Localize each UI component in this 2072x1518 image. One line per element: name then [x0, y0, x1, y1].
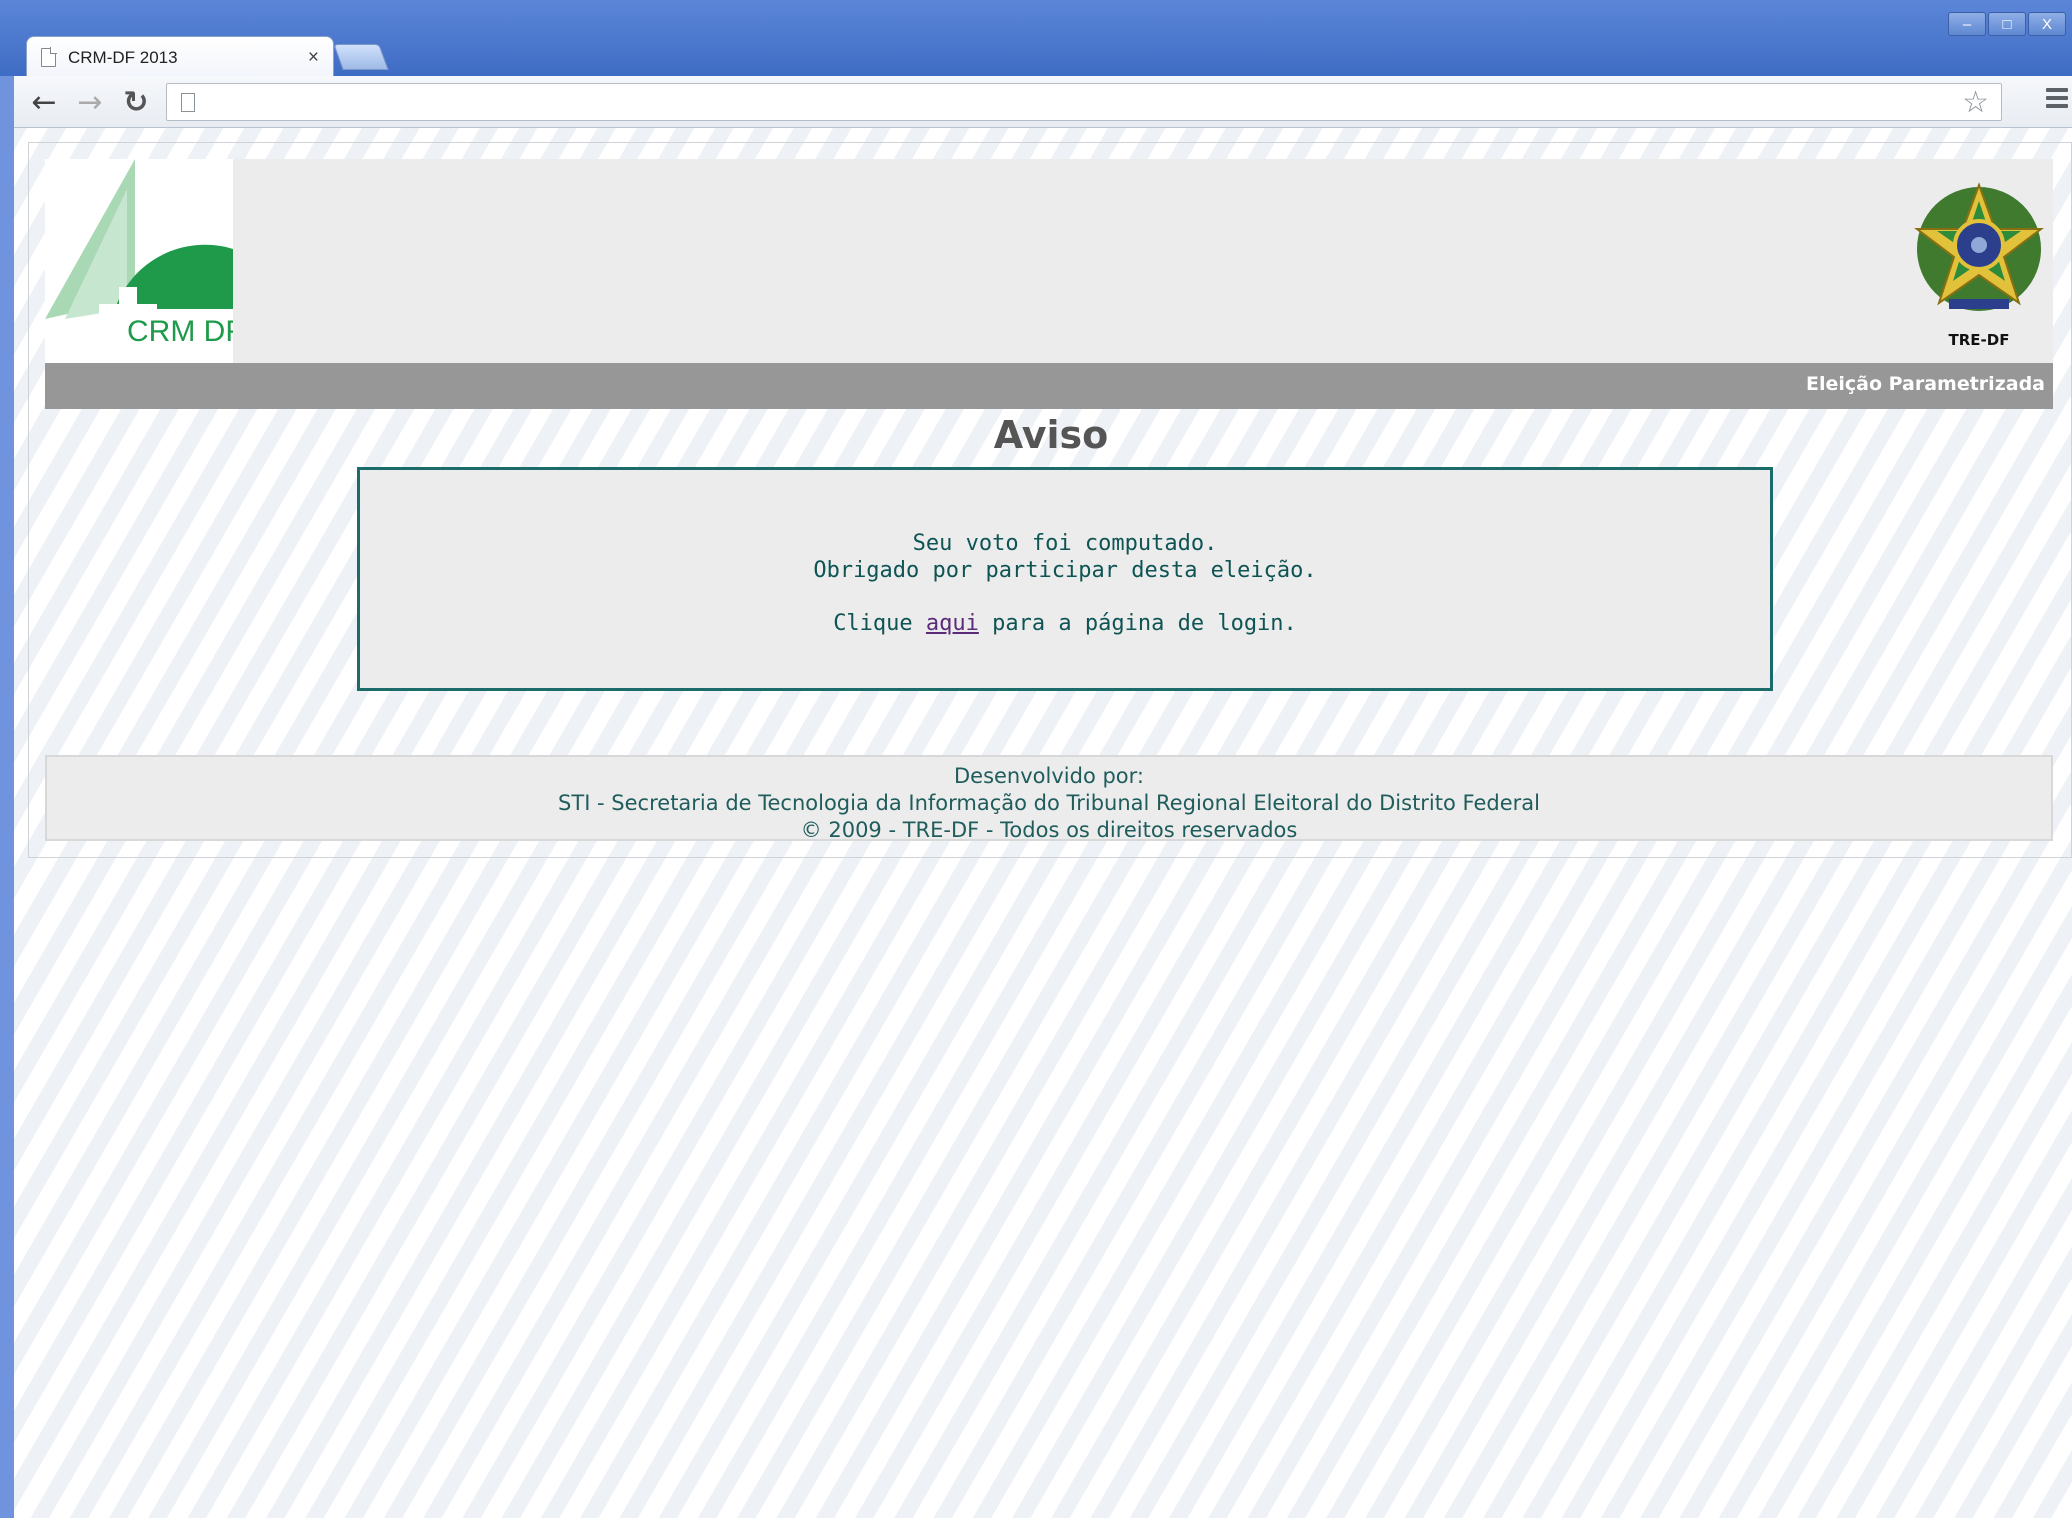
footer-copyright: © 2009 - TRE-DF - Todos os direitos rese…: [800, 818, 1298, 842]
new-tab-button[interactable]: [333, 44, 389, 70]
footer-developed-by: Desenvolvido por:: [953, 764, 1144, 788]
login-instruction: Clique aqui para a página de login.: [360, 610, 1770, 637]
tab-close-icon[interactable]: ×: [308, 47, 319, 69]
page-icon: [41, 47, 57, 67]
minimize-button[interactable]: –: [1948, 12, 1986, 36]
page-footer: Desenvolvido por: STI - Secretaria de Te…: [45, 755, 2053, 842]
reload-icon[interactable]: ↻: [118, 84, 154, 120]
page-container: CRM DF TRE-DF Eleição Parametrizada Avis…: [28, 142, 2072, 858]
footer-organization: STI - Secretaria de Tecnologia da Inform…: [558, 791, 1540, 815]
close-window-button[interactable]: X: [2028, 12, 2066, 36]
tre-df-emblem: TRE-DF: [1909, 179, 2049, 349]
browser-window: CRM-DF 2013 × – □ X ← → ↻ ☆ CRM DF TRE-D…: [0, 0, 2072, 1518]
star-icon[interactable]: ☆: [1962, 85, 1989, 120]
tab-title: CRM-DF 2013: [68, 47, 178, 67]
crm-df-logo: CRM DF: [45, 159, 233, 363]
message-box: Seu voto foi computado. Obrigado por par…: [357, 467, 1773, 691]
browser-tab[interactable]: CRM-DF 2013 ×: [26, 36, 334, 78]
page-header: CRM DF TRE-DF: [45, 159, 2053, 363]
maximize-button[interactable]: □: [1988, 12, 2026, 36]
login-link[interactable]: aqui: [926, 611, 979, 636]
window-controls: – □ X: [1948, 12, 2066, 36]
message-line-1: Seu voto foi computado.: [912, 531, 1218, 556]
title-banner: Eleição Parametrizada: [45, 363, 2053, 409]
title-bar: CRM-DF 2013 × – □ X: [0, 0, 2072, 78]
menu-icon[interactable]: [2046, 88, 2068, 112]
page-title: Aviso: [993, 413, 1109, 457]
page-viewport: CRM DF TRE-DF Eleição Parametrizada Avis…: [14, 128, 2072, 1518]
banner-text: Eleição Parametrizada: [1805, 373, 2045, 395]
tre-df-label: TRE-DF: [1948, 331, 2010, 349]
page-icon: [181, 93, 195, 112]
back-arrow-icon[interactable]: ←: [26, 84, 62, 120]
forward-arrow-icon[interactable]: →: [72, 84, 108, 120]
browser-toolbar: ← → ↻ ☆: [14, 76, 2072, 128]
address-bar[interactable]: ☆: [166, 83, 2002, 121]
message-line-2: Obrigado por participar desta eleição.: [813, 558, 1317, 583]
login-suffix: para a página de login.: [992, 611, 1297, 636]
login-prefix: Clique: [833, 611, 913, 636]
svg-text:CRM DF: CRM DF: [127, 315, 233, 348]
